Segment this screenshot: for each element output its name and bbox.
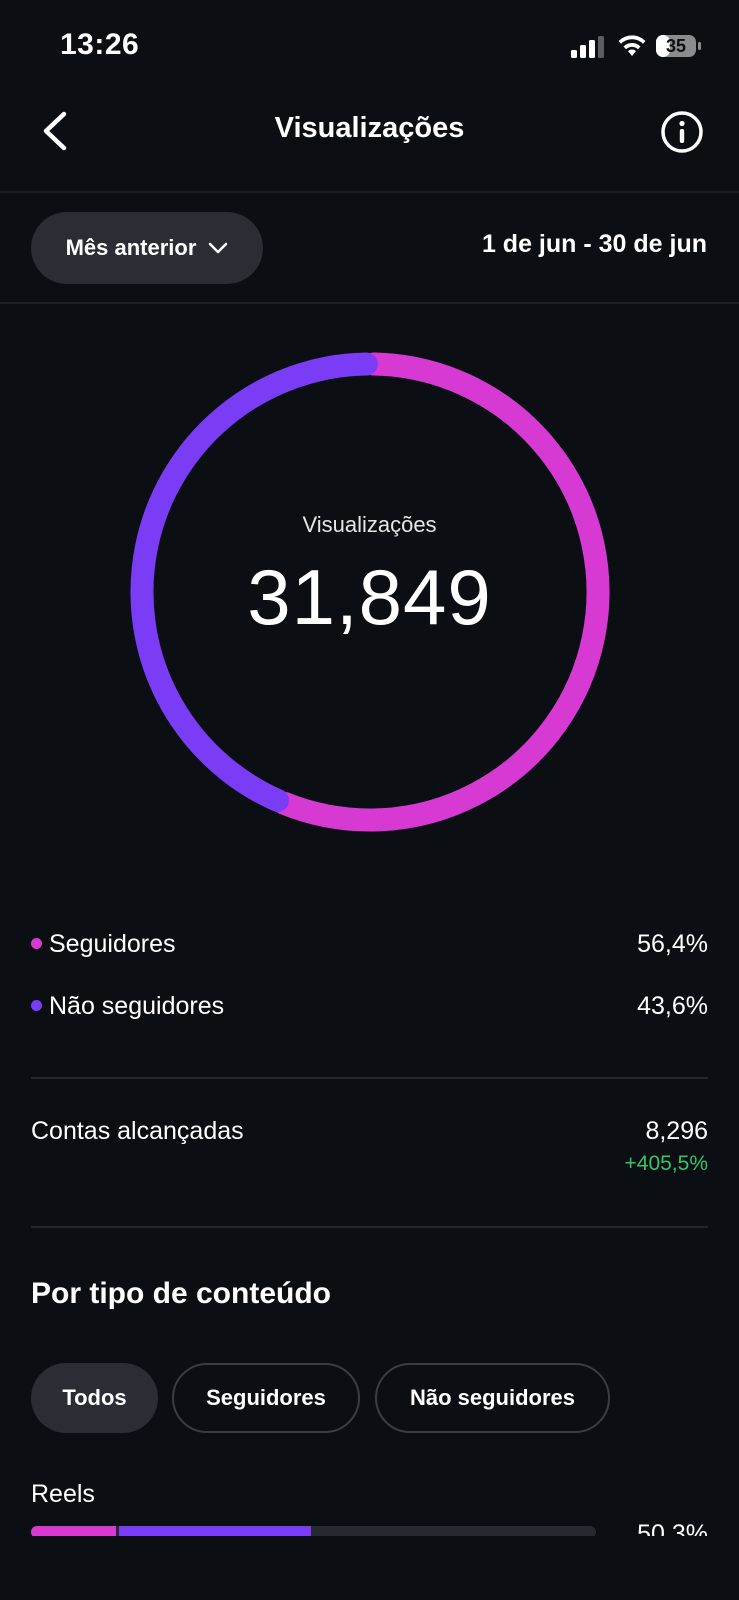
- section-divider: [31, 1077, 708, 1079]
- wifi-icon: [618, 35, 646, 56]
- total-views-value: 31,849: [247, 553, 492, 641]
- section-divider: [31, 1226, 708, 1228]
- status-time: 13:26: [60, 28, 140, 61]
- legend-value-non-followers: 43,6%: [637, 992, 708, 1020]
- chip-followers[interactable]: Seguidores: [172, 1363, 360, 1433]
- battery-indicator: 35: [656, 35, 702, 59]
- chevron-down-icon: [209, 242, 228, 254]
- donut-center-label: Visualizações: [302, 512, 437, 537]
- battery-level-text: 35: [665, 36, 687, 56]
- chip-all[interactable]: Todos: [31, 1363, 158, 1433]
- period-dropdown-button[interactable]: Mês anterior: [31, 212, 263, 284]
- header-divider: [0, 191, 739, 193]
- accounts-reached-value: 8,296: [645, 1117, 708, 1145]
- accounts-reached-change: +405,5%: [624, 1152, 709, 1175]
- filter-divider: [0, 302, 739, 304]
- page-title: Visualizações: [274, 112, 465, 144]
- cellular-signal-icon: [571, 36, 604, 58]
- legend-label-followers: Seguidores: [49, 930, 176, 958]
- content-type-title: Por tipo de conteúdo: [31, 1277, 331, 1310]
- legend-row-followers: Seguidores 56,4%: [31, 924, 708, 964]
- info-icon[interactable]: [660, 110, 704, 154]
- date-range: 1 de jun - 30 de jun: [481, 230, 707, 258]
- legend-value-followers: 56,4%: [637, 930, 708, 958]
- scroll-clip: [0, 1536, 739, 1600]
- followers-legend-dot: [31, 938, 42, 949]
- legend-label-non-followers: Não seguidores: [49, 992, 225, 1020]
- period-dropdown-label: Mês anterior: [65, 235, 197, 260]
- reels-label: Reels: [31, 1480, 95, 1508]
- chip-non-followers[interactable]: Não seguidores: [375, 1363, 610, 1433]
- legend-row-non-followers: Não seguidores 43,6%: [31, 986, 708, 1026]
- accounts-reached-label: Contas alcançadas: [31, 1117, 244, 1145]
- non-followers-legend-dot: [31, 1000, 42, 1011]
